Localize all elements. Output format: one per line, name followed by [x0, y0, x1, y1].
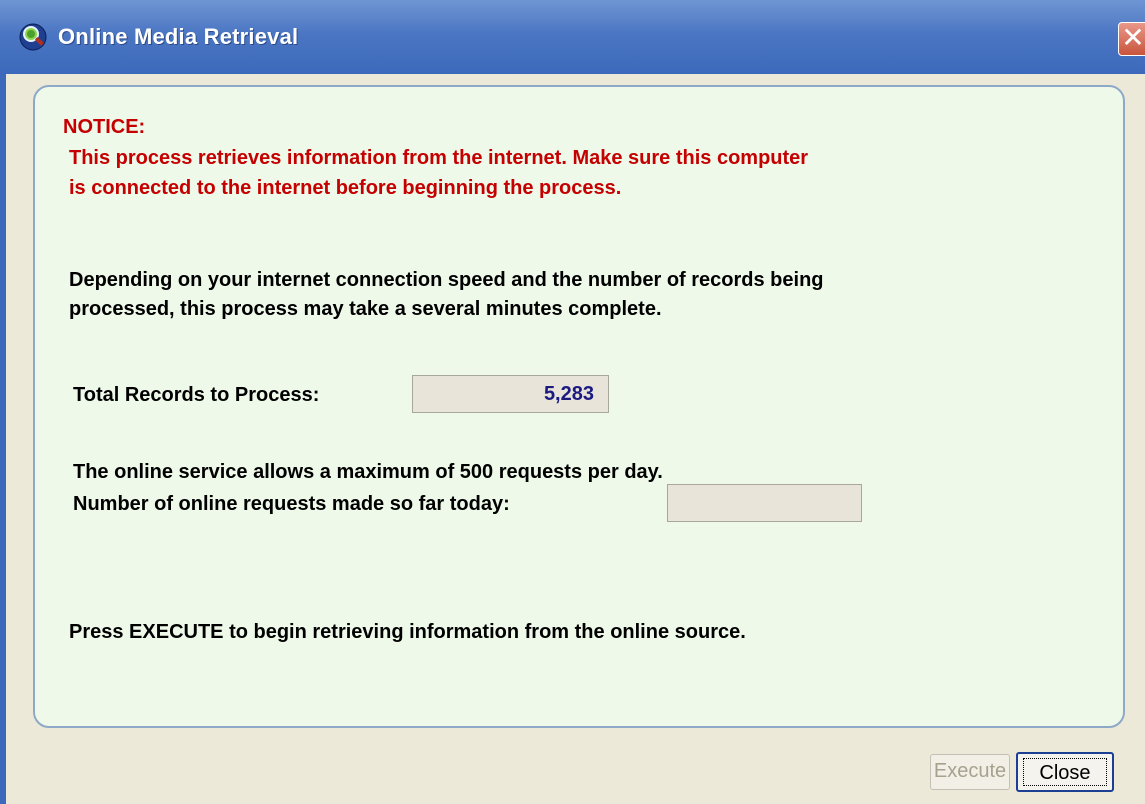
- app-magnifier-icon: [19, 23, 47, 51]
- notice-line-2: is connected to the internet before begi…: [69, 177, 622, 199]
- total-records-field: 5,283: [412, 375, 609, 413]
- execute-button[interactable]: Execute: [930, 754, 1010, 790]
- notice-heading: NOTICE:: [63, 116, 146, 138]
- window-title: Online Media Retrieval: [58, 24, 299, 49]
- title-bar[interactable]: Online Media Retrieval ✕: [0, 0, 1145, 74]
- close-button-label: Close: [1023, 758, 1107, 786]
- execute-instruction: Press EXECUTE to begin retrieving inform…: [69, 621, 746, 643]
- total-records-label: Total Records to Process:: [73, 384, 320, 406]
- close-button[interactable]: Close: [1016, 752, 1114, 792]
- notice-line-1: This process retrieves information from …: [69, 147, 809, 169]
- info-line-1: Depending on your internet connection sp…: [69, 269, 824, 291]
- request-limit-text: The online service allows a maximum of 5…: [73, 461, 663, 483]
- info-line-2: processed, this process may take a sever…: [69, 298, 662, 320]
- requests-made-field: [667, 484, 862, 522]
- requests-made-label: Number of online requests made so far to…: [73, 493, 510, 515]
- close-icon[interactable]: ✕: [1118, 22, 1145, 56]
- dialog-window: Online Media Retrieval ✕ NOTICE: This pr…: [0, 0, 1145, 804]
